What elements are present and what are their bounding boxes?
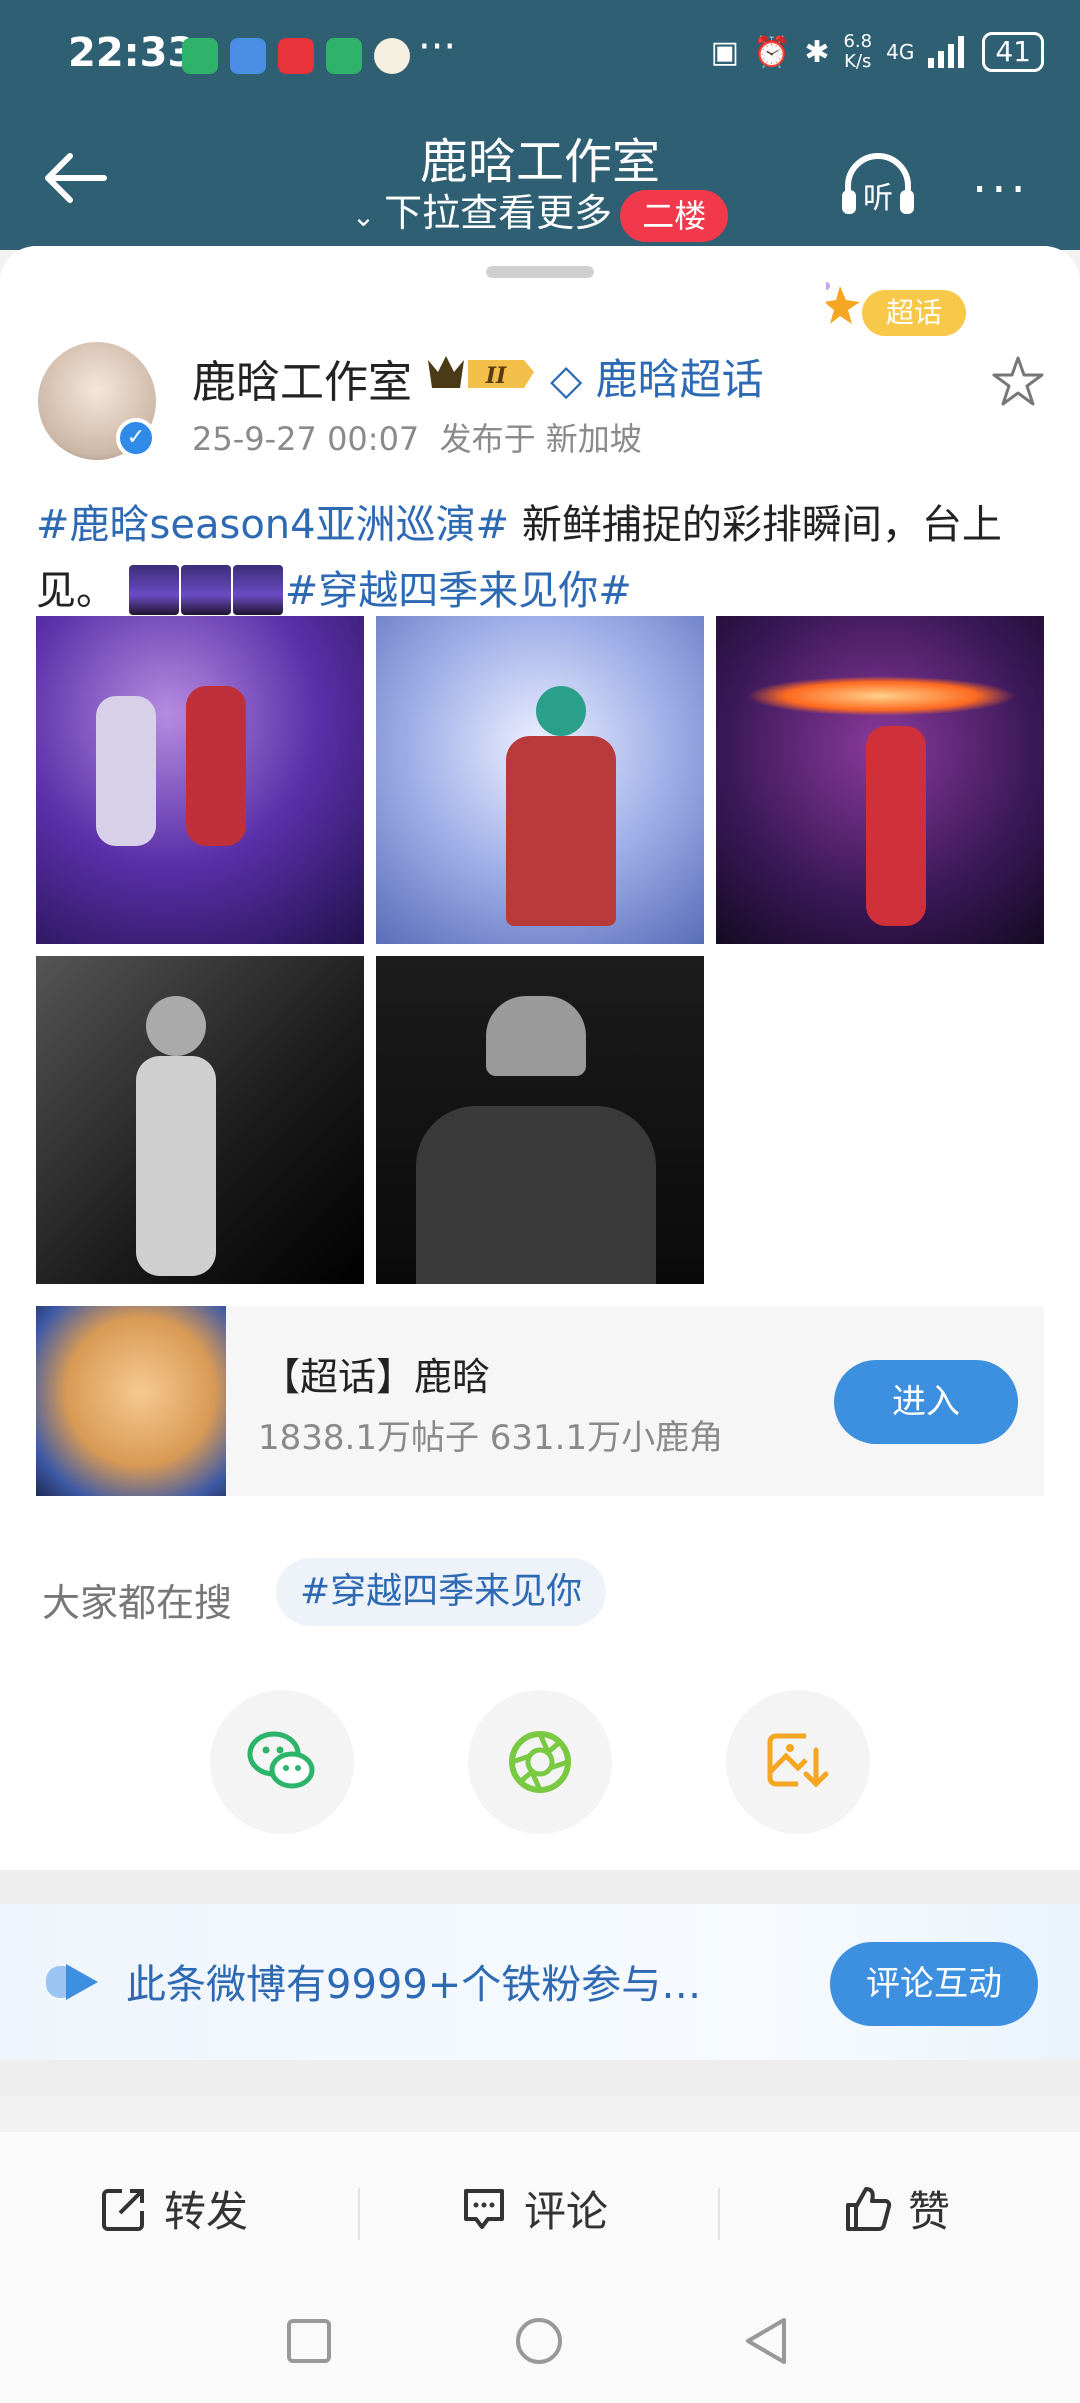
svg-text:II: II (485, 363, 507, 389)
photo-4[interactable] (36, 956, 364, 1284)
share-moments-button[interactable] (468, 1690, 612, 1834)
thumbs-up-icon (846, 2186, 892, 2231)
listen-headphone-icon[interactable]: 听 (838, 150, 918, 220)
divider (358, 2188, 360, 2240)
bluetooth-icon: ✱ (804, 34, 830, 70)
pull-down-hint[interactable]: ⌄ 下拉查看更多 二楼 (0, 182, 1080, 242)
photo-5[interactable] (376, 956, 704, 1284)
supertopic-thumbnail (36, 1306, 226, 1496)
hashtag-link[interactable]: #穿越四季来见你# (285, 568, 632, 614)
battery-indicator: 41 (982, 32, 1044, 72)
author-name[interactable]: 鹿晗工作室 (192, 346, 412, 410)
comment-interact-button[interactable]: 评论互动 (830, 1942, 1038, 2026)
diamond-icon: ◇ (550, 355, 596, 404)
night-city-emoji-icon (128, 565, 179, 615)
photo-3[interactable] (716, 616, 1044, 944)
favorite-star-icon[interactable] (990, 354, 1046, 410)
net-speed: 6.8 K/s (843, 31, 873, 72)
app-notification-icon (326, 38, 362, 74)
trending-search-chip[interactable]: #穿越四季来见你 (276, 1558, 607, 1626)
nfc-icon: ▣ (710, 34, 739, 70)
more-menu-button[interactable]: ··· (972, 162, 1030, 218)
status-bar: 22:33 ··· ▣ ⏰ ✱ 6.8 K/s 4G 41 (0, 0, 1080, 110)
night-city-emoji-icon (180, 565, 231, 615)
app-notification-icon (278, 38, 314, 74)
floor-badge[interactable]: 二楼 (620, 189, 729, 242)
divider (718, 2188, 720, 2240)
crown-level-icon: II (428, 356, 534, 389)
svg-text:超话: 超话 (886, 296, 942, 329)
repost-icon (102, 2188, 144, 2231)
enter-button[interactable]: 进入 (834, 1360, 1018, 1444)
drag-handle[interactable] (486, 266, 594, 278)
fan-banner-text: 此条微博有9999+个铁粉参与… (126, 1962, 702, 2008)
comment-button[interactable]: 评论 (460, 2178, 608, 2239)
signal-icon (928, 36, 965, 68)
svg-text:听: 听 (863, 181, 893, 216)
weibo-notification-icon (374, 38, 410, 74)
comment-icon (464, 2188, 504, 2229)
status-time: 22:33 (68, 30, 196, 76)
section-separator (0, 1870, 1080, 1904)
post-meta: 25-9-27 00:07 发布于 新加坡 (192, 420, 642, 458)
super-topic-badge: 超话 (826, 282, 966, 336)
status-right: ▣ ⏰ ✱ 6.8 K/s 4G 41 (711, 32, 1044, 72)
network-type: 4G (886, 40, 915, 64)
more-notifications-dots: ··· (418, 24, 457, 70)
supertopic-stats: 1838.1万帖子 631.1万小鹿角 (258, 1418, 724, 1458)
system-nav-bar (0, 2282, 1080, 2403)
hashtag-link[interactable]: #鹿晗season4亚洲巡演# (36, 502, 509, 548)
post-card: 超话 ✓ 鹿晗工作室 II ◇ 鹿晗超话 25-9-27 00:07 发布于 新… (0, 246, 1080, 1870)
recent-apps-button[interactable] (286, 2318, 332, 2364)
alarm-icon: ⏰ (752, 34, 791, 70)
chevron-down-icon: ⌄ (351, 200, 385, 233)
repost-button[interactable]: 转发 (100, 2178, 248, 2239)
section-separator (0, 2060, 1080, 2096)
supertopic-title: 【超话】鹿晗 (262, 1355, 491, 1399)
wechat-icon (247, 1731, 315, 1789)
fan-participation-banner[interactable]: 此条微博有9999+个铁粉参与… 评论互动 (0, 1904, 1080, 2060)
save-image-icon (767, 1733, 829, 1788)
night-city-emoji-icon (232, 565, 283, 615)
nav-bar: 鹿晗工作室 ⌄ 下拉查看更多 二楼 听 ··· (0, 110, 1080, 250)
back-button[interactable] (742, 2316, 790, 2366)
moments-icon (509, 1731, 571, 1793)
supertopic-card[interactable]: 【超话】鹿晗 1838.1万帖子 631.1万小鹿角 进入 (36, 1306, 1044, 1496)
photo-1[interactable] (36, 616, 364, 944)
top-bar: 22:33 ··· ▣ ⏰ ✱ 6.8 K/s 4G 41 鹿晗工作室 ⌄ 下拉… (0, 0, 1080, 250)
trending-search-label: 大家都在搜 (42, 1581, 233, 1625)
home-button[interactable] (514, 2316, 564, 2366)
like-button[interactable]: 赞 (844, 2178, 950, 2239)
verified-badge-icon: ✓ (116, 418, 156, 458)
save-image-button[interactable] (726, 1690, 870, 1834)
notification-icons (182, 38, 410, 74)
photo-2[interactable] (376, 616, 704, 944)
play-arrow-icon (46, 1964, 98, 2000)
share-wechat-button[interactable] (210, 1690, 354, 1834)
app-notification-icon (182, 38, 218, 74)
post-text: #鹿晗season4亚洲巡演# 新鲜捕捉的彩排瞬间，台上见。 #穿越四季来见你# (36, 502, 1002, 615)
action-bar: 转发 评论 赞 (0, 2132, 1080, 2282)
app-notification-icon (230, 38, 266, 74)
supertopic-link[interactable]: ◇ 鹿晗超话 (550, 346, 764, 407)
